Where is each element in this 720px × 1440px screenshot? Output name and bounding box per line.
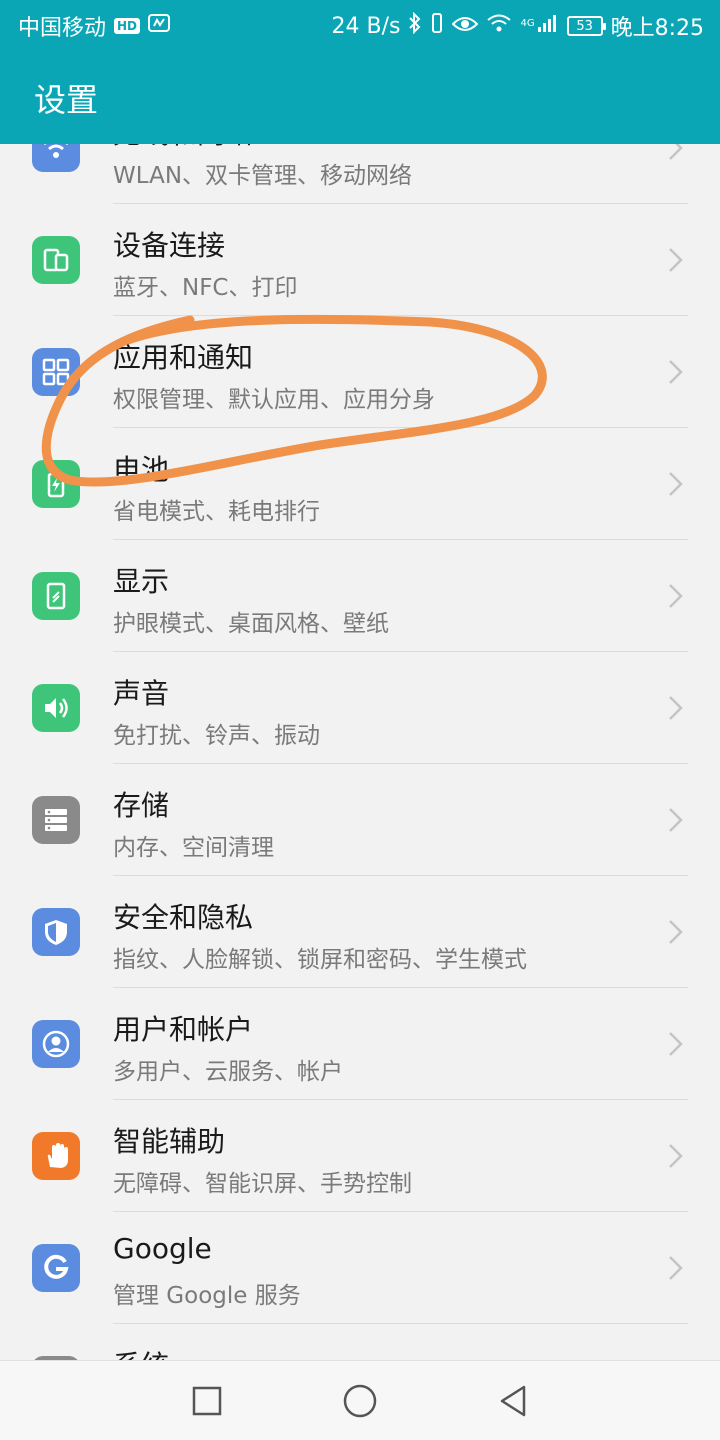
settings-item-title: 应用和通知 xyxy=(113,341,254,374)
chevron-right-icon xyxy=(669,808,683,832)
settings-item-device-connection[interactable]: 设备连接 蓝牙、NFC、打印 xyxy=(0,204,720,316)
settings-item-title: 存储 xyxy=(113,789,170,822)
display-icon xyxy=(32,572,80,620)
settings-item-system[interactable]: 系统 xyxy=(0,1324,720,1360)
settings-item-title: 智能辅助 xyxy=(113,1125,226,1158)
settings-item-apps-notifications[interactable]: 应用和通知 权限管理、默认应用、应用分身 xyxy=(0,316,720,428)
status-left: 中国移动 HD xyxy=(18,10,171,42)
battery-level: 53 xyxy=(576,18,593,34)
recents-button[interactable] xyxy=(177,1371,237,1431)
settings-item-storage[interactable]: 存储 内存、空间清理 xyxy=(0,764,720,876)
clock: 晚上8:25 xyxy=(610,16,704,41)
hd-badge: HD xyxy=(114,18,141,34)
settings-item-title: 显示 xyxy=(113,565,170,598)
settings-item-google[interactable]: Google 管理 Google 服务 xyxy=(0,1212,720,1324)
hand-icon xyxy=(32,1132,80,1180)
net-speed: 24 B/s xyxy=(331,13,401,39)
chevron-right-icon xyxy=(669,472,683,496)
home-button[interactable] xyxy=(330,1371,390,1431)
settings-item-battery[interactable]: 电池 省电模式、耗电排行 xyxy=(0,428,720,540)
apps-icon xyxy=(32,348,80,396)
shield-icon xyxy=(32,908,80,956)
wifi-icon xyxy=(32,144,80,172)
chevron-right-icon xyxy=(669,584,683,608)
settings-item-subtitle: 管理 Google 服务 xyxy=(113,1283,301,1309)
vibrate-icon xyxy=(430,12,444,40)
settings-item-subtitle: 护眼模式、桌面风格、壁纸 xyxy=(113,611,389,637)
home-icon xyxy=(343,1384,377,1417)
settings-item-display[interactable]: 显示 护眼模式、桌面风格、壁纸 xyxy=(0,540,720,652)
storage-icon xyxy=(32,796,80,844)
back-button[interactable] xyxy=(483,1371,543,1431)
google-icon xyxy=(32,1244,80,1292)
recents-icon xyxy=(192,1386,221,1415)
settings-item-title: Google xyxy=(113,1232,212,1265)
settings-item-title: 声音 xyxy=(113,677,170,710)
chevron-right-icon xyxy=(669,1032,683,1056)
settings-item-title: 安全和隐私 xyxy=(113,901,254,934)
signal-icon xyxy=(537,13,559,39)
settings-item-subtitle: 省电模式、耗电排行 xyxy=(113,499,320,525)
settings-item-subtitle: 内存、空间清理 xyxy=(113,835,274,861)
wifi-status-icon xyxy=(486,13,512,39)
battery-indicator: 53 xyxy=(566,16,606,36)
settings-item-title: 用户和帐户 xyxy=(113,1013,254,1046)
settings-item-smart-assistance[interactable]: 智能辅助 无障碍、智能识屏、手势控制 xyxy=(0,1100,720,1212)
battery-icon xyxy=(32,460,80,508)
sound-icon xyxy=(32,684,80,732)
settings-item-title: 系统 xyxy=(113,1344,169,1360)
chevron-right-icon xyxy=(669,360,683,384)
page-title: 设置 xyxy=(34,81,99,119)
settings-item-subtitle: 指纹、人脸解锁、锁屏和密码、学生模式 xyxy=(113,947,527,973)
eye-icon xyxy=(452,14,479,39)
chevron-right-icon xyxy=(669,248,683,272)
settings-item-security-privacy[interactable]: 安全和隐私 指纹、人脸解锁、锁屏和密码、学生模式 xyxy=(0,876,720,988)
notification-icon xyxy=(148,13,171,39)
bluetooth-icon xyxy=(408,11,422,40)
back-icon xyxy=(501,1385,526,1416)
settings-item-subtitle: 无障碍、智能识屏、手势控制 xyxy=(113,1171,412,1197)
settings-list[interactable]: 无线和网络 WLAN、双卡管理、移动网络 设备连接 蓝牙、NFC、打印 应用和通… xyxy=(0,144,720,1360)
chevron-right-icon xyxy=(669,1256,683,1280)
settings-item-wireless[interactable]: 无线和网络 WLAN、双卡管理、移动网络 xyxy=(0,144,720,204)
user-icon xyxy=(32,1020,80,1068)
settings-item-title: 无线和网络 xyxy=(113,144,253,152)
network-type: 4G xyxy=(520,18,535,29)
settings-item-subtitle: WLAN、双卡管理、移动网络 xyxy=(113,163,413,189)
chevron-right-icon xyxy=(669,696,683,720)
chevron-right-icon xyxy=(669,1144,683,1168)
settings-item-subtitle: 多用户、云服务、帐户 xyxy=(113,1059,343,1085)
app-bar: 设置 xyxy=(0,52,720,144)
settings-item-subtitle: 免打扰、铃声、振动 xyxy=(113,723,320,749)
device-connect-icon xyxy=(32,236,80,284)
settings-item-users-accounts[interactable]: 用户和帐户 多用户、云服务、帐户 xyxy=(0,988,720,1100)
chevron-right-icon xyxy=(669,920,683,944)
status-right: 24 B/s 4G 53 晚上8:25 xyxy=(331,10,704,42)
settings-item-subtitle: 权限管理、默认应用、应用分身 xyxy=(113,387,435,413)
chevron-right-icon xyxy=(669,144,683,160)
settings-item-subtitle: 蓝牙、NFC、打印 xyxy=(113,275,298,301)
status-bar: 中国移动 HD 24 B/s 4G 53 晚上8:25 xyxy=(0,0,720,52)
carrier-label: 中国移动 xyxy=(18,16,107,41)
settings-item-title: 设备连接 xyxy=(113,229,226,262)
settings-item-sound[interactable]: 声音 免打扰、铃声、振动 xyxy=(0,652,720,764)
navigation-bar xyxy=(0,1360,720,1440)
settings-item-title: 电池 xyxy=(113,453,170,486)
